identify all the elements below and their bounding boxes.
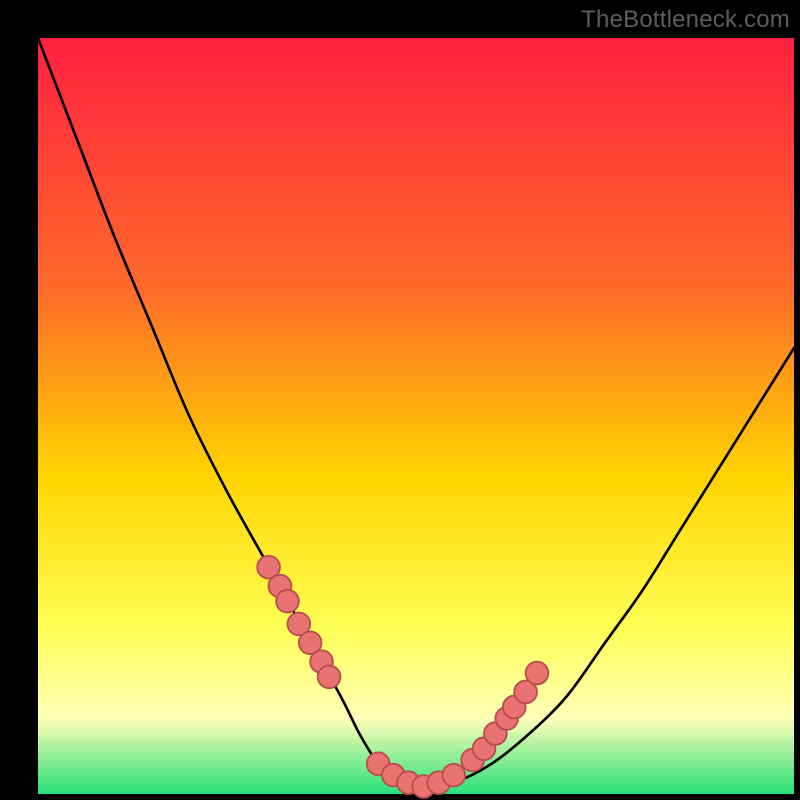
- marker-point: [276, 590, 299, 613]
- marker-point: [442, 764, 465, 787]
- chart-frame: TheBottleneck.com: [0, 0, 800, 800]
- highlight-markers: [257, 556, 548, 798]
- plot-area: [38, 38, 794, 794]
- watermark-text: TheBottleneck.com: [581, 6, 790, 34]
- marker-point: [318, 665, 341, 688]
- bottleneck-curve: [38, 38, 794, 790]
- marker-point: [526, 662, 549, 685]
- curve-layer: [38, 38, 794, 794]
